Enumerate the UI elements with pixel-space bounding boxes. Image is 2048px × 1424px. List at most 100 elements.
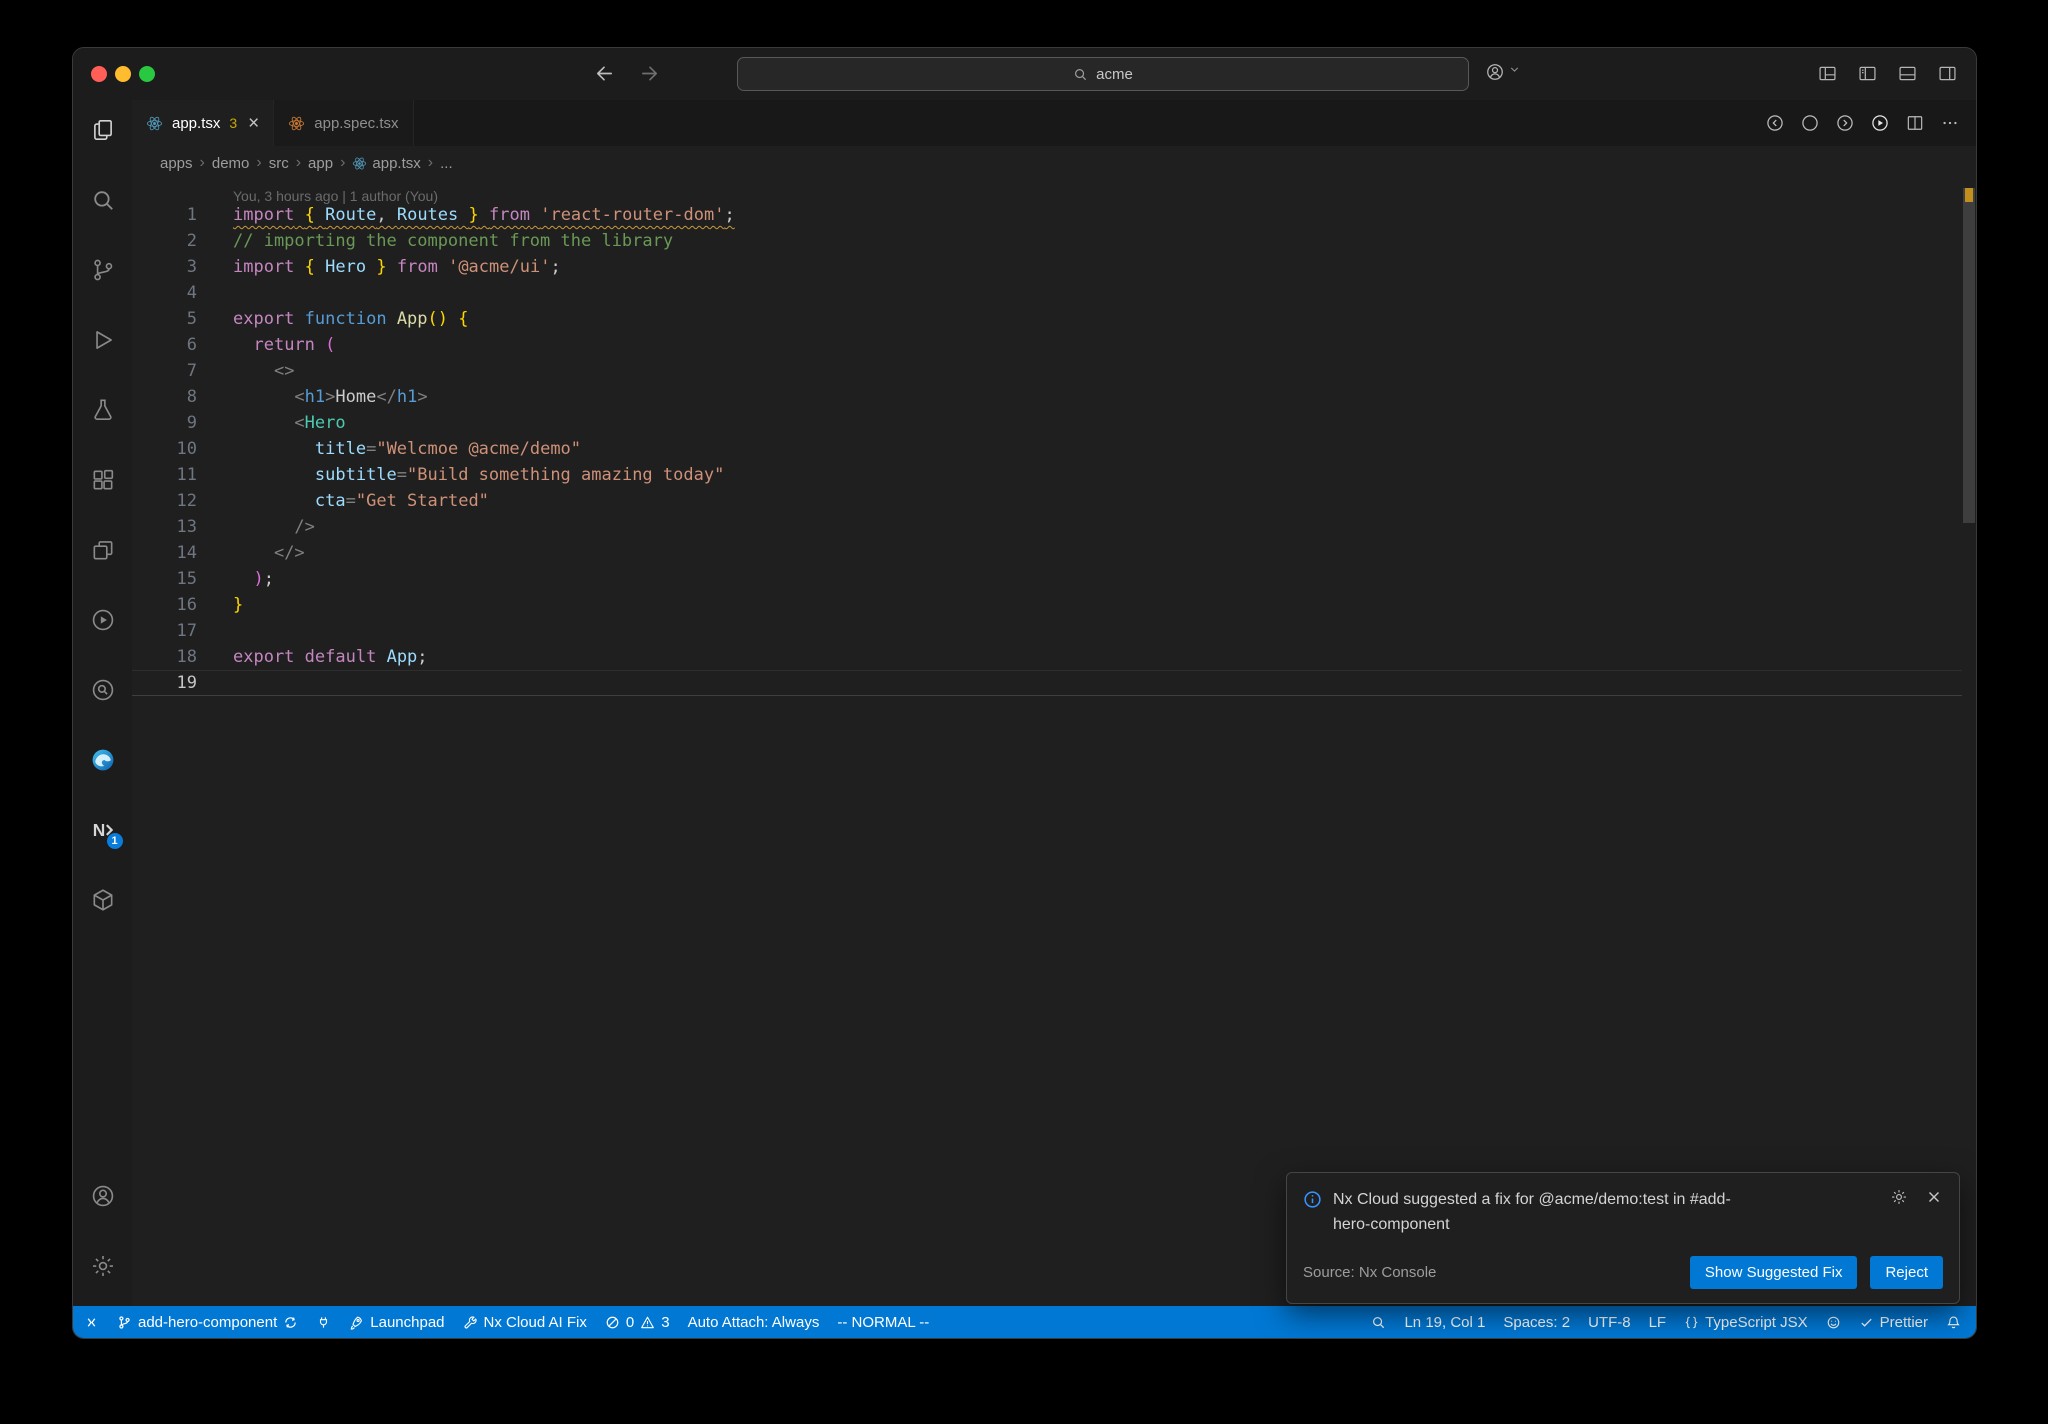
code-line-18[interactable]: 18 export default App; (132, 644, 1962, 670)
activity-remote-explorer-icon[interactable] (90, 537, 116, 563)
activity-play-circle-icon[interactable] (90, 607, 116, 633)
code-line-15[interactable]: 15 ); (132, 566, 1962, 592)
activity-nx-icon[interactable]: N1 (90, 817, 123, 849)
status-problems-label: 0 (625, 1313, 635, 1331)
code-line-10[interactable]: 10 title="Welcmoe @acme/demo" (132, 436, 1962, 462)
status-bar: add-hero-component Launchpad Nx Cloud AI F… (73, 1306, 1976, 1338)
activity-testing-icon[interactable] (90, 397, 116, 423)
activity-settings-gear-icon[interactable] (90, 1253, 116, 1279)
code-line-13[interactable]: 13 /> (132, 514, 1962, 540)
code-line-7[interactable]: 7 <> (132, 358, 1962, 384)
minimize-window-button[interactable] (115, 66, 131, 82)
account-menu-button[interactable] (1485, 62, 1521, 82)
line-number: 9 (186, 413, 197, 433)
status-indentation[interactable]: Spaces: 2 (1494, 1306, 1579, 1338)
activity-extensions-icon[interactable] (90, 467, 116, 493)
run-file-button[interactable] (1870, 113, 1890, 133)
tab-app.tsx[interactable]: app.tsx 3 × (132, 100, 275, 146)
scrollbar-thumb[interactable] (1963, 188, 1975, 523)
status-nx-cloud-ai-fix[interactable]: Nx Cloud AI Fix (454, 1306, 596, 1338)
status-vim-mode[interactable]: -- NORMAL -- (828, 1306, 938, 1338)
show-suggested-fix-button[interactable]: Show Suggested Fix (1689, 1256, 1858, 1289)
breadcrumb-item-demo[interactable]: demo (212, 155, 250, 172)
code-line-19[interactable]: 19 (132, 670, 1962, 696)
activity-source-control-icon[interactable] (90, 257, 116, 283)
code-line-17[interactable]: 17 (132, 618, 1962, 644)
status-remote-indicator[interactable] (75, 1306, 108, 1338)
reject-button[interactable]: Reject (1870, 1256, 1943, 1289)
activity-search-icon[interactable] (90, 187, 116, 213)
chevron-down-icon (1508, 63, 1521, 81)
activity-account-icon[interactable] (90, 1183, 116, 1209)
history-navigation (593, 62, 661, 90)
line-number: 8 (186, 387, 197, 407)
close-tab-icon[interactable]: × (248, 114, 259, 133)
close-notification-button[interactable] (1925, 1188, 1943, 1206)
navigate-back-circle-button[interactable] (1765, 113, 1785, 133)
info-icon (1303, 1190, 1322, 1209)
customize-layout-button[interactable] (1817, 63, 1838, 84)
breadcrumb-item-...[interactable]: ... (440, 155, 453, 172)
close-window-button[interactable] (91, 66, 107, 82)
svg-text:N: N (92, 820, 105, 840)
status-launchpad[interactable]: Launchpad (340, 1306, 453, 1338)
more-actions-button[interactable] (1940, 113, 1960, 133)
breadcrumb-item-apps[interactable]: apps (160, 155, 193, 172)
breadcrumb-item-src[interactable]: src (269, 155, 289, 172)
navigate-forward-circle-button[interactable] (1835, 113, 1855, 133)
zoom-window-button[interactable] (139, 66, 155, 82)
status-formatter[interactable]: Prettier (1850, 1306, 1937, 1338)
navigate-back-button[interactable] (593, 62, 616, 90)
status-encoding[interactable]: UTF-8 (1579, 1306, 1640, 1338)
code-line-3[interactable]: 3 import { Hero } from '@acme/ui'; (132, 254, 1962, 280)
status-language-mode[interactable]: TypeScript JSX (1675, 1306, 1817, 1338)
status-cursor-position[interactable]: Ln 19, Col 1 (1395, 1306, 1494, 1338)
status-zoom[interactable] (1362, 1306, 1395, 1338)
breadcrumb-item-app.tsx[interactable]: app.tsx (352, 155, 421, 172)
toggle-panel-button[interactable] (1897, 63, 1918, 84)
status-git-branch[interactable]: add-hero-component (108, 1306, 307, 1338)
toggle-secondary-sidebar-button[interactable] (1937, 63, 1958, 84)
code-line-11[interactable]: 11 subtitle="Build something amazing tod… (132, 462, 1962, 488)
status-problems[interactable]: 03 (596, 1306, 679, 1338)
code-line-14[interactable]: 14 </> (132, 540, 1962, 566)
status-plug[interactable] (307, 1306, 340, 1338)
tab-app.spec.tsx[interactable]: app.spec.tsx (274, 100, 414, 146)
editor[interactable]: You, 3 hours ago | 1 author (You) 1 impor… (132, 180, 1976, 1306)
status-encoding-label: UTF-8 (1588, 1313, 1631, 1331)
breadcrumb-item-app[interactable]: app (308, 155, 333, 172)
code-line-2[interactable]: 2 // importing the component from the lib… (132, 228, 1962, 254)
status-problems-count: 3 (661, 1313, 670, 1331)
status-feedback[interactable] (1817, 1306, 1850, 1338)
line-content: return ( (253, 335, 336, 355)
code-line-6[interactable]: 6 return ( (132, 332, 1962, 358)
status-cursor-position-label: Ln 19, Col 1 (1404, 1313, 1486, 1331)
code-line-9[interactable]: 9 <Hero (132, 410, 1962, 436)
navigate-forward-button[interactable] (638, 62, 661, 90)
status-notifications[interactable] (1937, 1306, 1970, 1338)
status-formatter-label: Prettier (1879, 1313, 1928, 1331)
code-line-4[interactable]: 4 (132, 280, 1962, 306)
activity-search-circle-icon[interactable] (90, 677, 116, 703)
command-center[interactable]: acme (737, 57, 1469, 91)
split-editor-button[interactable] (1905, 113, 1925, 133)
code-line-8[interactable]: 8 <h1>Home</h1> (132, 384, 1962, 410)
line-content (197, 670, 233, 696)
configure-notification-button[interactable] (1890, 1188, 1908, 1206)
status-eol[interactable]: LF (1640, 1306, 1676, 1338)
code-line-16[interactable]: 16} (132, 592, 1962, 618)
activity-package-icon[interactable] (90, 887, 116, 913)
status-auto-attach[interactable]: Auto Attach: Always (679, 1306, 829, 1338)
activity-explorer-icon[interactable] (90, 117, 116, 143)
code-line-1[interactable]: 1 import { Route, Routes } from 'react-ro… (132, 202, 1962, 228)
line-content: ); (253, 569, 274, 589)
target-circle-button[interactable] (1800, 113, 1820, 133)
activity-edge-icon[interactable] (90, 747, 116, 773)
toggle-primary-sidebar-button[interactable] (1857, 63, 1878, 84)
code-line-12[interactable]: 12 cta="Get Started" (132, 488, 1962, 514)
status-bar-left: add-hero-component Launchpad Nx Cloud AI F… (75, 1306, 938, 1338)
line-content (197, 618, 233, 644)
code-line-5[interactable]: 5 export function App() { (132, 306, 1962, 332)
status-nx-cloud-ai-fix-label: Nx Cloud AI Fix (483, 1313, 587, 1331)
activity-run-debug-icon[interactable] (90, 327, 116, 353)
